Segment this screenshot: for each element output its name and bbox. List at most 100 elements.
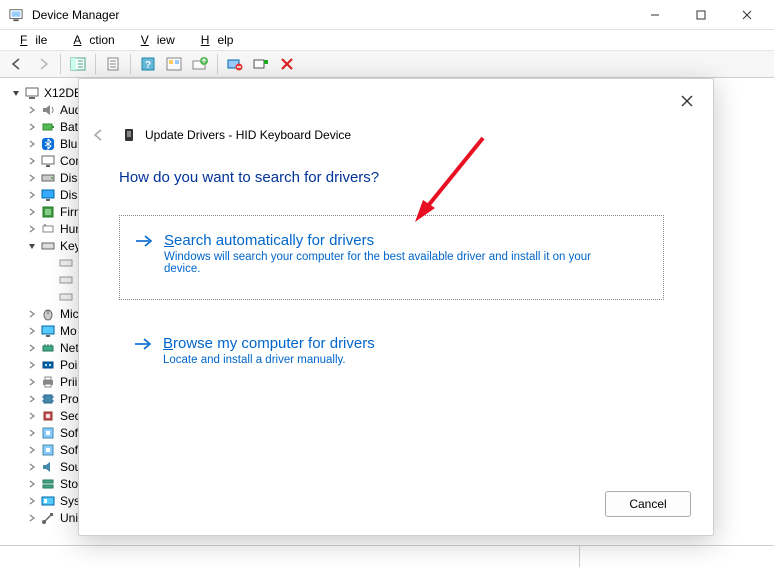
svg-text:?: ? xyxy=(145,60,151,71)
arrow-right-icon xyxy=(134,234,154,251)
chevron-down-icon[interactable] xyxy=(10,87,22,99)
chevron-right-icon[interactable] xyxy=(26,223,38,235)
titlebar: Device Manager xyxy=(0,0,774,30)
keyboard-icon xyxy=(58,289,74,305)
tree-item-label: Mo xyxy=(60,324,77,338)
bluetooth-icon xyxy=(40,136,56,152)
display-icon xyxy=(40,187,56,203)
close-button[interactable] xyxy=(724,0,770,30)
show-hide-tree-button[interactable] xyxy=(66,52,90,76)
arrow-right-icon xyxy=(133,337,153,354)
option-title: Browse my computer for drivers xyxy=(163,335,646,352)
chevron-right-icon[interactable] xyxy=(26,206,38,218)
printer-icon xyxy=(40,374,56,390)
search-automatically-option[interactable]: Search automatically for drivers Windows… xyxy=(119,215,664,300)
chevron-right-icon[interactable] xyxy=(26,359,38,371)
window-title: Device Manager xyxy=(32,8,632,22)
usb-icon xyxy=(40,510,56,526)
maximize-button[interactable] xyxy=(678,0,724,30)
status-bar xyxy=(0,545,774,567)
chevron-right-icon[interactable] xyxy=(26,342,38,354)
menubar: File Action View Help xyxy=(0,30,774,50)
tree-item-label: Blu xyxy=(60,137,77,151)
minimize-button[interactable] xyxy=(632,0,678,30)
chevron-right-icon[interactable] xyxy=(26,172,38,184)
chevron-right-icon[interactable] xyxy=(26,104,38,116)
browse-computer-option[interactable]: Browse my computer for drivers Locate an… xyxy=(119,319,664,404)
spacer xyxy=(44,274,56,286)
chevron-right-icon[interactable] xyxy=(26,444,38,456)
tree-item-label: Sof xyxy=(60,443,78,457)
toolbar: ? xyxy=(0,50,774,78)
chevron-right-icon[interactable] xyxy=(26,138,38,150)
option-title: Search automatically for drivers xyxy=(164,232,645,249)
spacer xyxy=(44,257,56,269)
battery-icon xyxy=(40,119,56,135)
menu-help[interactable]: Help xyxy=(185,31,242,49)
back-button[interactable] xyxy=(5,52,29,76)
chevron-right-icon[interactable] xyxy=(26,189,38,201)
enable-device-button[interactable] xyxy=(249,52,273,76)
security-icon xyxy=(40,408,56,424)
chevron-right-icon[interactable] xyxy=(26,495,38,507)
chevron-down-icon[interactable] xyxy=(26,240,38,252)
chevron-right-icon[interactable] xyxy=(26,427,38,439)
update-driver-dialog: Update Drivers - HID Keyboard Device How… xyxy=(78,78,714,536)
audio-icon xyxy=(40,102,56,118)
menu-file[interactable]: File xyxy=(4,31,55,49)
keyboard-icon xyxy=(40,238,56,254)
tree-item-label: Sys xyxy=(60,494,80,508)
computer-icon xyxy=(40,153,56,169)
keyboard-icon xyxy=(58,255,74,271)
monitor-icon xyxy=(40,323,56,339)
storage-icon xyxy=(40,476,56,492)
chevron-right-icon[interactable] xyxy=(26,410,38,422)
chevron-right-icon[interactable] xyxy=(26,121,38,133)
uninstall-button[interactable] xyxy=(223,52,247,76)
network-icon xyxy=(40,340,56,356)
scan-hardware-button[interactable] xyxy=(162,52,186,76)
chevron-right-icon[interactable] xyxy=(26,478,38,490)
port-icon xyxy=(40,357,56,373)
forward-button[interactable] xyxy=(31,52,55,76)
device-manager-icon xyxy=(8,7,24,23)
dialog-title: Update Drivers - HID Keyboard Device xyxy=(145,128,351,142)
chevron-right-icon[interactable] xyxy=(26,393,38,405)
computer-icon xyxy=(24,85,40,101)
sound-icon xyxy=(40,459,56,475)
help-button[interactable]: ? xyxy=(136,52,160,76)
dialog-question: How do you want to search for drivers? xyxy=(119,169,379,186)
tree-item-label: Poi xyxy=(60,358,77,372)
spacer xyxy=(44,291,56,303)
tree-item-label: Net xyxy=(60,341,79,355)
device-icon xyxy=(121,127,137,143)
menu-view[interactable]: View xyxy=(125,31,183,49)
mouse-icon xyxy=(40,306,56,322)
disk-icon xyxy=(40,170,56,186)
software-icon xyxy=(40,425,56,441)
keyboard-icon xyxy=(58,272,74,288)
dialog-back-button[interactable] xyxy=(85,123,113,147)
cancel-button[interactable]: Cancel xyxy=(605,491,691,517)
tree-item-label: Sof xyxy=(60,426,78,440)
tree-item-label: Pro xyxy=(60,392,79,406)
tree-item-label: Bat xyxy=(60,120,78,134)
chevron-right-icon[interactable] xyxy=(26,308,38,320)
disable-device-button[interactable] xyxy=(275,52,299,76)
option-description: Locate and install a driver manually. xyxy=(163,354,603,366)
dialog-close-button[interactable] xyxy=(671,87,703,115)
tree-item-label: Prii xyxy=(60,375,77,389)
properties-button[interactable] xyxy=(101,52,125,76)
tree-item-label: Disl xyxy=(60,171,80,185)
tree-item-label: Mic xyxy=(60,307,79,321)
software-icon xyxy=(40,442,56,458)
chevron-right-icon[interactable] xyxy=(26,155,38,167)
system-icon xyxy=(40,493,56,509)
chevron-right-icon[interactable] xyxy=(26,376,38,388)
chevron-right-icon[interactable] xyxy=(26,461,38,473)
chevron-right-icon[interactable] xyxy=(26,512,38,524)
option-description: Windows will search your computer for th… xyxy=(164,251,604,275)
chevron-right-icon[interactable] xyxy=(26,325,38,337)
menu-action[interactable]: Action xyxy=(57,31,122,49)
update-driver-button[interactable] xyxy=(188,52,212,76)
